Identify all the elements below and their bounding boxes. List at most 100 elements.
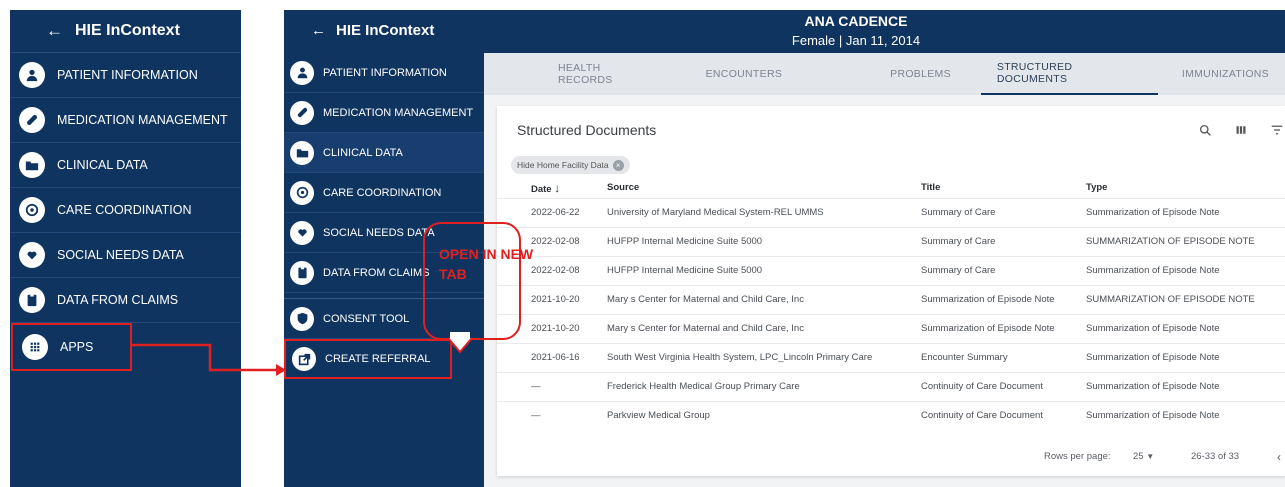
search-icon[interactable] (1197, 122, 1213, 138)
table-row[interactable]: 2021-06-16 South West Virginia Health Sys… (497, 342, 1285, 372)
user-icon (290, 60, 314, 85)
filter-icon[interactable] (1269, 122, 1285, 138)
clipboard-icon (290, 260, 314, 285)
sidebar-item-apps[interactable]: APPS (11, 323, 132, 371)
chip-label: Hide Home Facility Data (517, 160, 609, 170)
sidebar-item-social-needs-data[interactable]: SOCIAL NEEDS DATA (10, 233, 241, 278)
cell-type: Summarization of Episode Note (1086, 197, 1285, 227)
sidebar-item-data-from-claims[interactable]: DATA FROM CLAIMS (10, 278, 241, 323)
pill-icon (19, 107, 45, 133)
tab-structured-documents[interactable]: STRUCTURED DOCUMENTS (980, 53, 1158, 95)
table-row[interactable]: — Frederick Health Medical Group Primary … (497, 371, 1285, 401)
back-arrow-icon[interactable]: ← (311, 22, 326, 39)
sidebar-item-create-referral[interactable]: CREATE REFERRAL (284, 339, 452, 379)
cell-source: Mary s Center for Maternal and Child Car… (607, 284, 921, 314)
column-header-source[interactable]: Source (607, 178, 921, 198)
sidebar-item-label: SOCIAL NEEDS DATA (57, 248, 184, 262)
sidebar-item-label: PATIENT INFORMATION (323, 66, 447, 79)
sidebar-item-label: CREATE REFERRAL (325, 353, 431, 365)
folder-icon (290, 140, 314, 165)
table-row[interactable]: 2021-10-20 Mary s Center for Maternal and… (497, 313, 1285, 343)
cell-source: HUFPP Internal Medicine Suite 5000 (607, 226, 921, 256)
rows-per-page-label: Rows per page: (1044, 451, 1111, 462)
column-header-title[interactable]: Title (921, 178, 1086, 198)
sidebar-header[interactable]: ← HIE InContext (10, 10, 241, 53)
documents-table: Date ↓ Source Title Type 2022-06-22 Unive… (497, 178, 1285, 430)
sidebar-item-label: CLINICAL DATA (57, 158, 148, 172)
table-row[interactable]: — Parkview Medical Group Continuity of Car… (497, 400, 1285, 430)
callout-text: OPEN IN NEW TAB (439, 244, 533, 284)
cell-source: HUFPP Internal Medicine Suite 5000 (607, 255, 921, 285)
cell-title: Summarization of Episode Note (921, 313, 1086, 343)
back-link[interactable]: ← HIE InContext (311, 22, 434, 39)
sidebar-item-care-coordination[interactable]: CARE COORDINATION (10, 188, 241, 233)
care-icon (19, 197, 45, 223)
cell-date: — (497, 400, 607, 430)
tab-bar: HEALTH RECORDS ENCOUNTERS PROBLEMS STRUC… (484, 53, 1285, 95)
close-icon[interactable]: × (612, 159, 624, 171)
cell-type: Summarization of Episode Note (1086, 313, 1285, 343)
tab-problems[interactable]: PROBLEMS (874, 53, 967, 95)
callout-line-1: OPEN IN NEW (439, 246, 534, 262)
arrow-down-icon: ↓ (554, 180, 561, 195)
table-row[interactable]: 2022-06-22 University of Maryland Medical… (497, 197, 1285, 227)
cell-title: Summary of Care (921, 197, 1086, 227)
table-row[interactable]: 2021-10-20 Mary s Center for Maternal and… (497, 284, 1285, 314)
patient-details: Female | Jan 11, 2014 (791, 33, 921, 48)
columns-icon[interactable] (1233, 122, 1249, 138)
pill-icon (290, 100, 314, 125)
cell-title: Continuity of Care Document (921, 400, 1086, 430)
table-row[interactable]: 2022-02-08 HUFPP Internal Medicine Suite … (497, 226, 1285, 256)
rows-per-page-select[interactable]: 25 ▼ (1133, 451, 1154, 462)
top-bar: ← HIE InContext ANA CADENCE Female | Jan … (284, 10, 1285, 53)
column-header-date[interactable]: Date ↓ (497, 178, 607, 198)
cell-source: University of Maryland Medical System-RE… (607, 197, 921, 227)
cell-title: Encounter Summary (921, 342, 1086, 372)
card-toolbar (1197, 122, 1285, 138)
cell-type: Summarization of Episode Note (1086, 342, 1285, 372)
back-arrow-icon[interactable]: ← (46, 21, 63, 41)
cell-type: Summarization of Episode Note (1086, 371, 1285, 401)
cell-title: Summary of Care (921, 226, 1086, 256)
sidebar-item-clinical-data[interactable]: CLINICAL DATA (284, 133, 484, 173)
folder-icon (19, 152, 45, 178)
sidebar-item-care-coordination[interactable]: CARE COORDINATION (284, 173, 484, 213)
hide-home-facility-chip[interactable]: Hide Home Facility Data × (511, 156, 630, 174)
cell-title: Summary of Care (921, 255, 1086, 285)
app-title: HIE InContext (336, 22, 435, 39)
cell-type: SUMMARIZATION OF EPISODE NOTE (1086, 284, 1285, 314)
column-header-type[interactable]: Type (1086, 178, 1285, 198)
sidebar-item-patient-information[interactable]: PATIENT INFORMATION (284, 53, 484, 93)
sidebar-item-label: CARE COORDINATION (57, 203, 192, 217)
cell-type: Summarization of Episode Note (1086, 255, 1285, 285)
cell-source: Frederick Health Medical Group Primary C… (607, 371, 921, 401)
chevron-left-icon[interactable]: ‹ (1277, 450, 1281, 464)
sidebar-item-label: CONSENT TOOL (323, 312, 410, 325)
care-icon (290, 180, 314, 205)
sidebar-item-label: DATA FROM CLAIMS (57, 293, 179, 307)
sidebar-item-patient-information[interactable]: PATIENT INFORMATION (10, 53, 241, 98)
patient-name: ANA CADENCE (804, 13, 908, 29)
sidebar-item-medication-management[interactable]: MEDICATION MANAGEMENT (10, 98, 241, 143)
caret-down-icon: ▼ (1146, 452, 1155, 461)
pagination-range: 26-33 of 33 (1191, 451, 1240, 462)
sidebar-item-clinical-data[interactable]: CLINICAL DATA (10, 143, 241, 188)
grid-icon (22, 334, 48, 360)
tab-immunizations[interactable]: IMMUNIZATIONS (1166, 53, 1285, 95)
clipboard-icon (19, 287, 45, 313)
sidebar-item-label: CLINICAL DATA (323, 146, 403, 159)
tab-encounters[interactable]: ENCOUNTERS (690, 53, 799, 95)
external-link-icon (292, 347, 316, 371)
sidebar-item-label: SOCIAL NEEDS DATA (323, 226, 435, 239)
callout-line-2: TAB (439, 266, 467, 282)
cell-date: 2022-06-22 (497, 197, 607, 227)
sidebar-item-label: MEDICATION MANAGEMENT (323, 106, 474, 119)
table-row[interactable]: 2022-02-08 HUFPP Internal Medicine Suite … (497, 255, 1285, 285)
structured-documents-card: Structured Documents Hide Home Facility … (497, 106, 1285, 476)
tab-health-records[interactable]: HEALTH RECORDS (542, 53, 672, 95)
hands-heart-icon (19, 242, 45, 268)
shield-icon (290, 306, 314, 331)
app-title: HIE InContext (75, 22, 180, 39)
sidebar-item-medication-management[interactable]: MEDICATION MANAGEMENT (284, 93, 484, 133)
sidebar-item-label: DATA FROM CLAIMS (323, 266, 430, 279)
